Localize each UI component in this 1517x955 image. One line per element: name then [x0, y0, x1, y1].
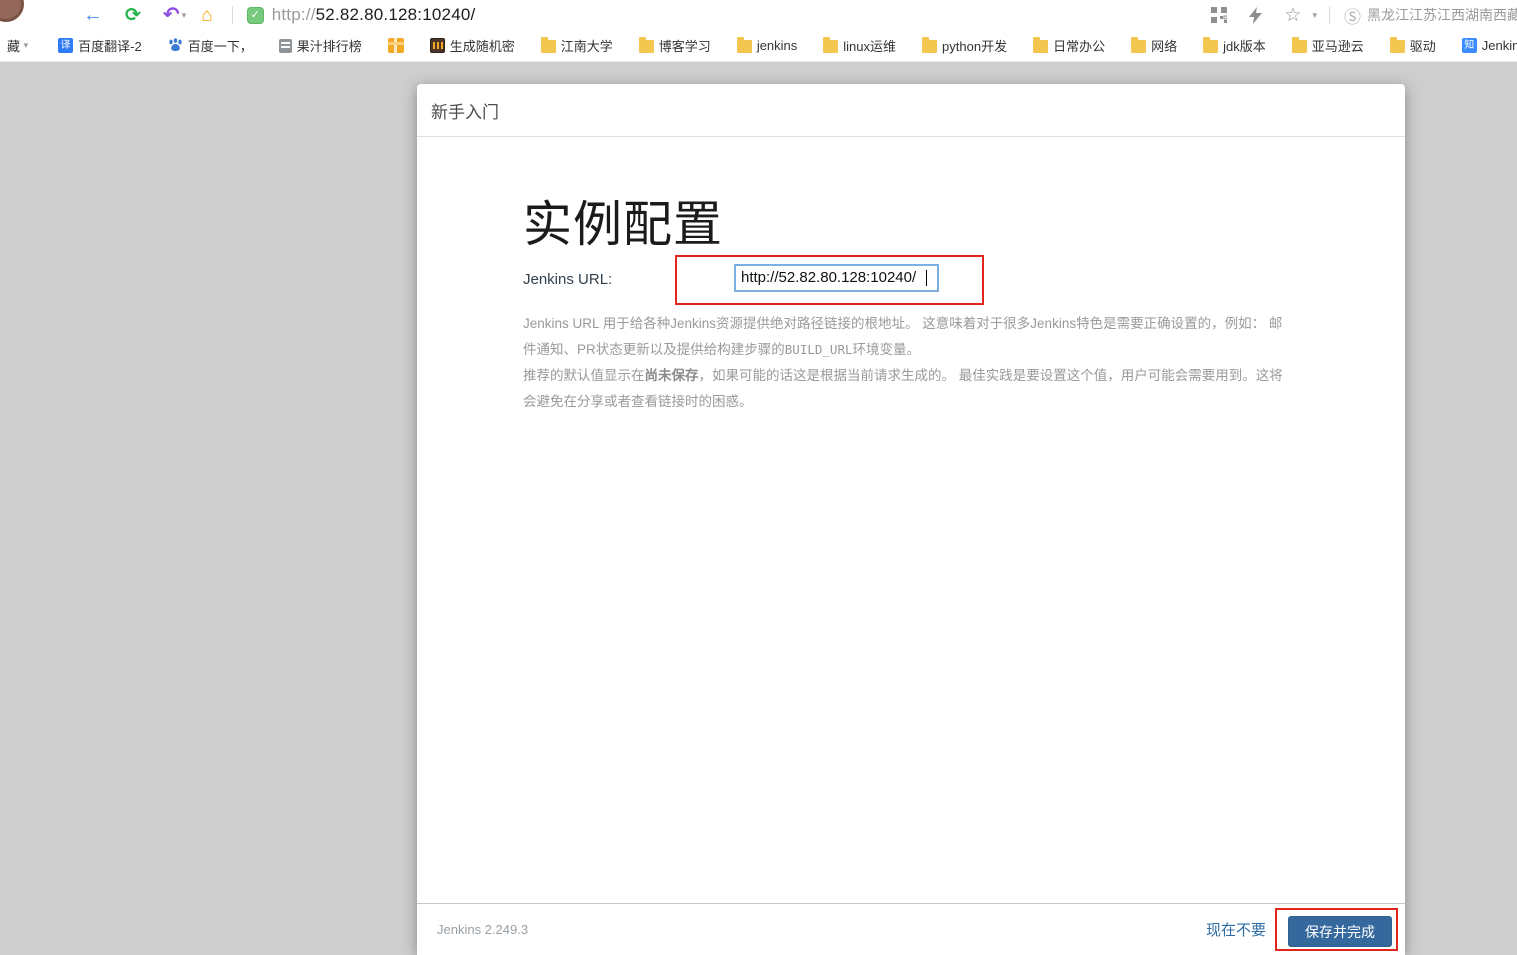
toolbar-right-text: 黑龙江江苏江西湖南西藏书 [1367, 5, 1517, 25]
gift-box-icon [388, 38, 404, 53]
description-text: 环境变量。 [853, 342, 921, 357]
build-url-code: BUILD_URL [785, 342, 853, 357]
favorite-star-icon[interactable]: ☆ [1284, 6, 1301, 25]
password-generator-icon [430, 38, 445, 53]
baidu-paw-icon [168, 38, 183, 53]
lightning-icon[interactable] [1249, 7, 1262, 24]
refresh-icon[interactable]: ⟳ [125, 6, 141, 25]
jenkins-url-label: Jenkins URL: [523, 271, 675, 288]
folder-icon [737, 40, 752, 53]
text-cursor [926, 270, 927, 286]
folder-icon [541, 40, 556, 53]
url-host: 52.82.80.128:10240/ [316, 5, 476, 24]
bookmark-label: 驱动 [1410, 36, 1436, 55]
bookmark-folder[interactable]: jenkins [737, 38, 797, 53]
modal-backdrop: 新手入门 实例配置 Jenkins URL: Jenkins URL 用于给各种… [0, 62, 1517, 955]
folder-icon [1131, 40, 1146, 53]
bookmark-label: 博客学习 [659, 36, 711, 55]
bookmark-folder[interactable]: jdk版本 [1203, 36, 1266, 55]
toolbar-divider [1329, 6, 1330, 24]
save-and-finish-button[interactable]: 保存并完成 [1288, 916, 1392, 947]
jenkins-url-description: Jenkins URL 用于给各种Jenkins资源提供绝对路径链接的根地址。 … [523, 311, 1289, 363]
bookmark-label: 藏 [7, 36, 20, 55]
folder-icon [823, 40, 838, 53]
bookmark-folder[interactable]: 日常办公 [1033, 36, 1105, 55]
jenkins-version: Jenkins 2.249.3 [437, 922, 528, 937]
bookmark-folder[interactable]: python开发 [922, 36, 1007, 55]
avatar[interactable] [0, 0, 24, 22]
toolbar-divider [232, 6, 233, 24]
bookmark-label: linux运维 [843, 36, 896, 55]
security-shield-icon[interactable]: ✓ [247, 7, 264, 24]
bookmark-label: 果汁排行榜 [297, 36, 362, 55]
not-saved-bold-text: 尚未保存 [645, 368, 699, 383]
dialog-title: 新手入门 [417, 84, 1405, 137]
favorites-dropdown-icon[interactable]: ▾ [1312, 10, 1317, 21]
bookmark-label: 亚马逊云 [1312, 36, 1364, 55]
chevron-down-icon: ▾ [24, 40, 29, 51]
bookmark-label: jenkins [757, 38, 797, 53]
bookmark-folder[interactable]: linux运维 [823, 36, 896, 55]
bookmark-label: 生成随机密 [450, 36, 515, 55]
bookmark-item[interactable]: 知 Jenkins X [1462, 38, 1517, 53]
bookmark-item[interactable]: 果汁排行榜 [279, 36, 362, 55]
undo-icon[interactable]: ↶ [163, 5, 180, 25]
qr-code-icon[interactable] [1211, 7, 1227, 23]
dialog-footer: Jenkins 2.249.3 现在不要 保存并完成 [417, 903, 1405, 955]
bookmark-label: 百度翻译-2 [78, 36, 142, 55]
bookmarks-bar: 藏 ▾ 译百度翻译-2 百度一下， 果汁排行榜 生成随机密 江南大学 博客学习 … [0, 30, 1517, 62]
jenkins-url-input[interactable] [734, 264, 939, 292]
bookmark-folder[interactable]: 网络 [1131, 36, 1177, 55]
bookmark-label: 百度一下， [188, 36, 253, 55]
default-value-description: 推荐的默认值显示在尚未保存，如果可能的话这是根据当前请求生成的。 最佳实践是要设… [523, 363, 1289, 415]
home-icon[interactable]: ⌂ [201, 6, 212, 25]
bookmark-label: 江南大学 [561, 36, 613, 55]
folder-icon [1203, 40, 1218, 53]
bookmark-item[interactable] [388, 38, 404, 53]
folder-icon [639, 40, 654, 53]
browser-toolbar: ← ⟳ ↶ ▾ ⌂ ✓ http://52.82.80.128:10240/ ☆… [0, 0, 1517, 30]
document-icon [279, 39, 292, 53]
folder-icon [922, 40, 937, 53]
undo-dropdown-icon[interactable]: ▾ [182, 10, 187, 21]
bookmark-label: 网络 [1151, 36, 1177, 55]
s-badge-icon[interactable]: Ⓢ [1344, 3, 1361, 28]
zhihu-icon: 知 [1462, 38, 1477, 53]
bookmark-label: Jenkins X [1482, 38, 1517, 53]
bookmark-folder[interactable]: 亚马逊云 [1292, 36, 1364, 55]
page-title: 实例配置 [523, 199, 1405, 253]
bookmark-overflow[interactable]: 藏 ▾ [2, 36, 32, 55]
address-bar[interactable]: http://52.82.80.128:10240/ [272, 5, 476, 25]
folder-icon [1390, 40, 1405, 53]
bookmark-folder[interactable]: 驱动 [1390, 36, 1436, 55]
bookmark-folder[interactable]: 江南大学 [541, 36, 613, 55]
folder-icon [1292, 40, 1307, 53]
back-icon[interactable]: ← [83, 5, 103, 25]
bookmark-item[interactable]: 百度一下， [168, 36, 253, 55]
annotation-box-input [675, 255, 984, 305]
not-now-link[interactable]: 现在不要 [1206, 919, 1266, 940]
description-text: 推荐的默认值显示在 [523, 368, 645, 383]
annotation-box-button: 保存并完成 [1275, 908, 1398, 951]
url-scheme: http:// [272, 5, 316, 24]
bookmark-label: 日常办公 [1053, 36, 1105, 55]
folder-icon [1033, 40, 1048, 53]
bookmark-item[interactable]: 译百度翻译-2 [58, 36, 142, 55]
bookmark-folder[interactable]: 博客学习 [639, 36, 711, 55]
setup-wizard-dialog: 新手入门 实例配置 Jenkins URL: Jenkins URL 用于给各种… [417, 84, 1405, 955]
bookmark-label: python开发 [942, 36, 1007, 55]
bookmark-label: jdk版本 [1223, 36, 1266, 55]
bookmark-item[interactable]: 生成随机密 [430, 36, 515, 55]
translate-icon: 译 [58, 38, 73, 53]
